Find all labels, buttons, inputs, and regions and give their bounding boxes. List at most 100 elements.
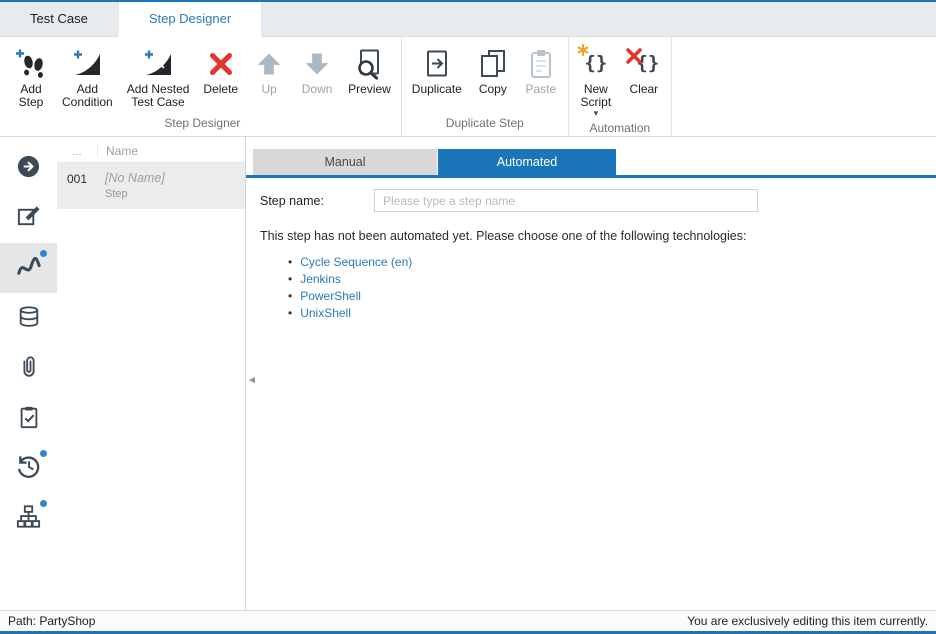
down-arrow-icon [300, 47, 334, 80]
duplicate-label: Duplicate [412, 83, 462, 96]
test-steps-icon [15, 253, 42, 283]
database-icon [17, 305, 41, 332]
panel-collapse-arrow-icon[interactable]: ◄ [247, 375, 257, 386]
sidebar-item-checklist[interactable] [0, 393, 57, 443]
delete-icon [204, 47, 238, 80]
bullet-icon: • [288, 255, 292, 269]
bullet-icon: • [288, 272, 292, 286]
ribbon-group-automation-buttons: {} New Script ▾ [572, 37, 668, 119]
duplicate-icon [420, 47, 454, 80]
step-name-text: [No Name] [105, 171, 245, 185]
add-condition-label: Add Condition [62, 83, 113, 109]
sidebar-item-go-to[interactable] [0, 143, 57, 193]
status-bar: Path: PartyShop You are exclusively edit… [0, 610, 936, 631]
copy-button[interactable]: Copy [469, 45, 517, 98]
add-step-icon [14, 47, 48, 80]
preview-icon [352, 47, 386, 80]
sidebar-item-test-steps[interactable] [0, 243, 57, 293]
bullet-icon: • [288, 306, 292, 320]
ribbon-group-automation: {} New Script ▾ [569, 37, 672, 136]
down-button[interactable]: Down [293, 45, 341, 98]
technology-list: • Cycle Sequence (en) • Jenkins • PowerS… [288, 253, 936, 321]
document-tab-bar: Test Case Step Designer [0, 2, 936, 37]
up-arrow-icon [252, 47, 286, 80]
list-item: • Cycle Sequence (en) [288, 253, 936, 270]
sidebar-item-data[interactable] [0, 293, 57, 343]
sidebar-item-hierarchy[interactable] [0, 493, 57, 543]
list-item: • Jenkins [288, 270, 936, 287]
ribbon: Add Step Add Condition [0, 37, 936, 137]
add-condition-button[interactable]: Add Condition [55, 45, 120, 111]
go-to-icon [16, 154, 41, 182]
add-nested-test-case-label: Add Nested Test Case [127, 83, 190, 109]
history-badge-dot [40, 450, 47, 457]
technology-link-unixshell[interactable]: UnixShell [300, 306, 351, 320]
step-list-item[interactable]: 001 [No Name] Step [57, 163, 245, 209]
up-button[interactable]: Up [245, 45, 293, 98]
step-name-input[interactable] [374, 189, 758, 212]
clipboard-check-icon [17, 405, 41, 432]
copy-label: Copy [479, 83, 507, 96]
list-item: • PowerShell [288, 287, 936, 304]
technology-link-jenkins[interactable]: Jenkins [300, 272, 341, 286]
paste-label: Paste [525, 83, 556, 96]
edit-icon [16, 204, 41, 232]
duplicate-button[interactable]: Duplicate [405, 45, 469, 98]
new-script-icon: {} [579, 47, 613, 80]
add-condition-icon [70, 47, 104, 80]
step-type-text: Step [105, 188, 245, 200]
ribbon-group-label-step-designer: Step Designer [7, 114, 398, 136]
add-nested-test-case-icon [141, 47, 175, 80]
editor-tab-strip: Manual Automated [246, 149, 936, 178]
editor-content: ◄ Manual Automated Step name: This step … [246, 137, 936, 610]
preview-label: Preview [348, 83, 391, 96]
left-sidebar [0, 137, 57, 610]
new-script-dropdown-caret-icon[interactable]: ▾ [594, 109, 599, 117]
clear-label: Clear [629, 83, 658, 96]
status-edit-message: You are exclusively editing this item cu… [687, 614, 928, 628]
new-script-button[interactable]: {} New Script ▾ [572, 45, 620, 119]
column-header-dots[interactable]: ... [57, 146, 97, 158]
status-path: Path: PartyShop [8, 614, 95, 628]
sidebar-item-attachments[interactable] [0, 343, 57, 393]
add-step-label: Add Step [19, 83, 44, 109]
technology-link-cycle-sequence[interactable]: Cycle Sequence (en) [300, 255, 412, 269]
hierarchy-icon [16, 504, 41, 532]
step-number: 001 [57, 171, 97, 200]
tab-automated[interactable]: Automated [438, 149, 616, 175]
clear-button[interactable]: {} Clear [620, 45, 668, 98]
ribbon-group-step-designer-buttons: Add Step Add Condition [7, 37, 398, 114]
column-header-name[interactable]: Name [97, 144, 245, 158]
hierarchy-badge-dot [40, 500, 47, 507]
clear-script-icon: {} [627, 47, 661, 80]
sidebar-item-history[interactable] [0, 443, 57, 493]
sidebar-item-edit-steps[interactable] [0, 193, 57, 243]
new-script-label: New Script [580, 83, 611, 109]
paperclip-icon [17, 355, 41, 382]
ribbon-group-duplicate-step-buttons: Duplicate Copy [405, 37, 565, 114]
test-steps-badge-dot [40, 250, 47, 257]
clear-x-icon [625, 47, 643, 68]
ribbon-group-label-duplicate-step: Duplicate Step [405, 114, 565, 136]
tab-test-case[interactable]: Test Case [0, 2, 118, 36]
add-step-button[interactable]: Add Step [7, 45, 55, 111]
tab-step-designer[interactable]: Step Designer [118, 2, 262, 36]
ribbon-group-duplicate-step: Duplicate Copy [402, 37, 569, 136]
paste-icon [524, 47, 558, 80]
step-row-body: [No Name] Step [97, 171, 245, 200]
steps-list-header: ... Name [57, 137, 245, 163]
down-label: Down [302, 83, 333, 96]
up-label: Up [261, 83, 276, 96]
paste-button[interactable]: Paste [517, 45, 565, 98]
app-window: Test Case Step Designer [0, 0, 936, 634]
bullet-icon: • [288, 289, 292, 303]
tab-manual[interactable]: Manual [253, 149, 437, 175]
ribbon-group-step-designer: Add Step Add Condition [4, 37, 402, 136]
delete-label: Delete [203, 83, 238, 96]
preview-button[interactable]: Preview [341, 45, 398, 98]
copy-icon [476, 47, 510, 80]
delete-button[interactable]: Delete [196, 45, 245, 98]
add-nested-test-case-button[interactable]: Add Nested Test Case [120, 45, 197, 111]
technology-link-powershell[interactable]: PowerShell [300, 289, 361, 303]
step-name-label: Step name: [260, 194, 374, 208]
